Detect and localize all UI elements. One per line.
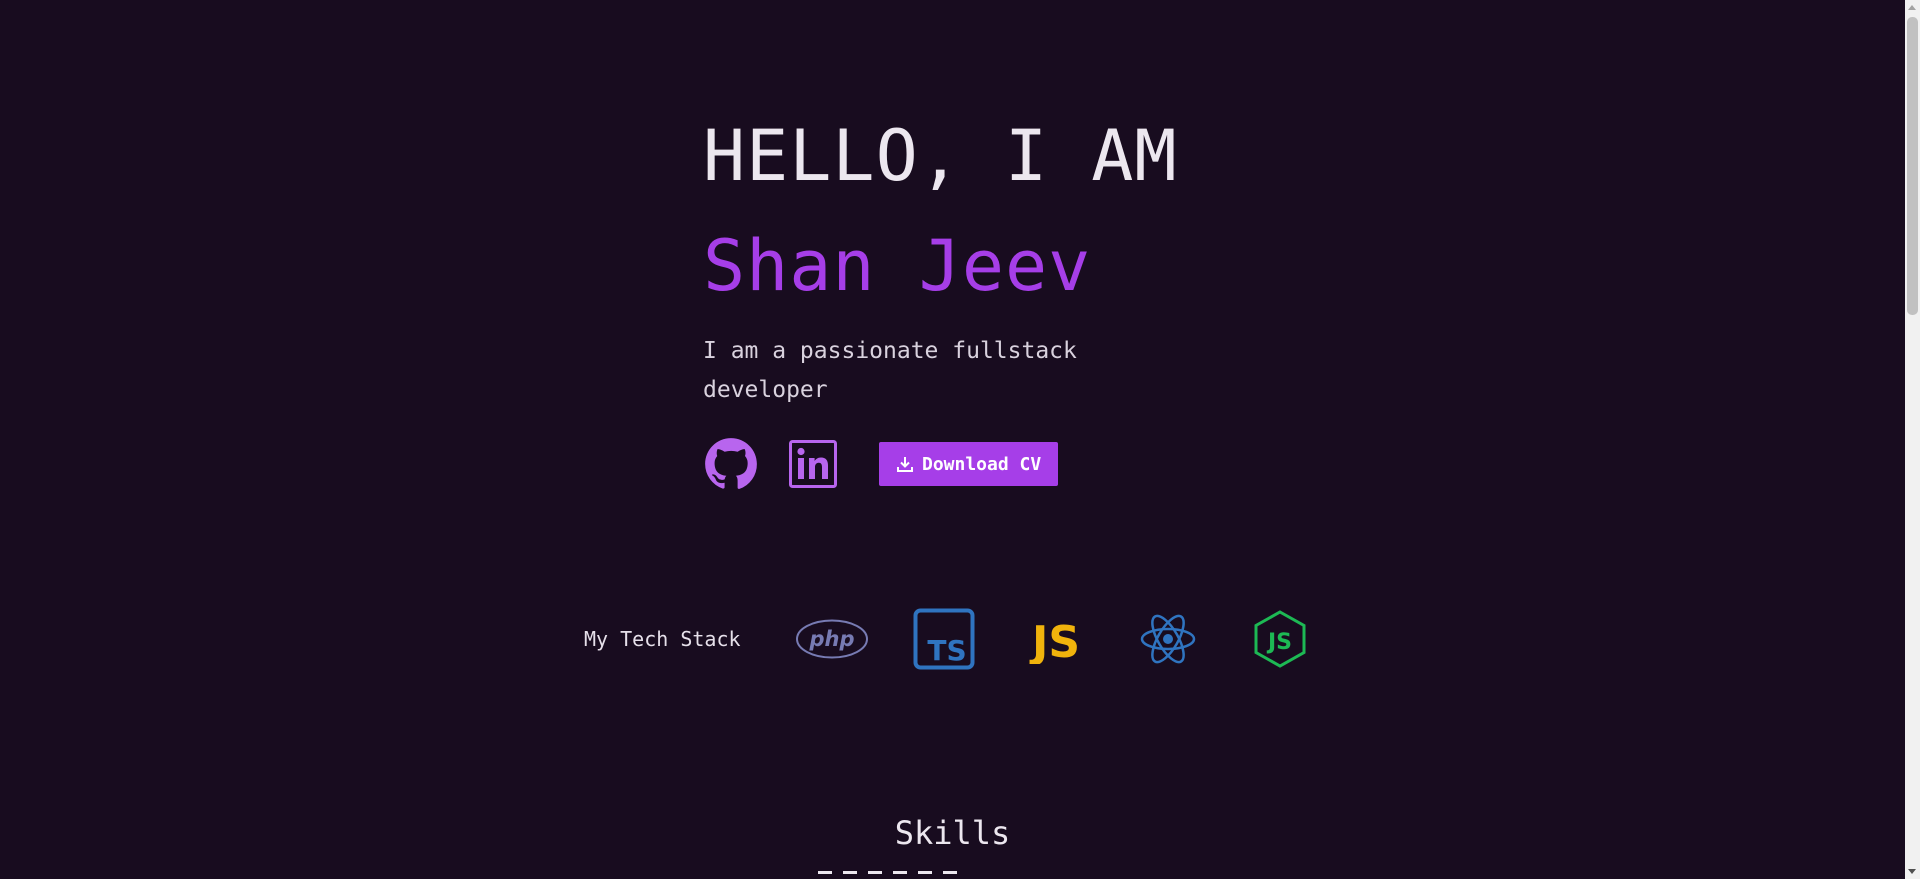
tech-javascript: JS: [1018, 606, 1094, 672]
tech-react: [1130, 606, 1206, 672]
skills-content-peek: [818, 871, 978, 879]
download-cv-button[interactable]: Download CV: [879, 442, 1059, 486]
github-link[interactable]: [703, 436, 759, 492]
scrollbar-thumb[interactable]: [1907, 17, 1918, 315]
php-icon: php: [796, 619, 868, 659]
portfolio-page: HELLO, I AM Shan Jeev I am a passionate …: [0, 0, 1905, 879]
tech-nodejs: JS: [1242, 606, 1318, 672]
tech-stack-section: My Tech Stack php TS JS JS: [584, 606, 1318, 672]
hero-name: Shan Jeev: [703, 225, 1092, 307]
nodejs-icon: JS: [1254, 610, 1306, 668]
scroll-down-arrow-icon[interactable]: [1908, 869, 1916, 874]
github-icon: [705, 438, 757, 489]
linkedin-link[interactable]: [785, 436, 841, 492]
hero-section: HELLO, I AM Shan Jeev I am a passionate …: [703, 112, 1178, 492]
typescript-icon: TS: [913, 608, 975, 670]
svg-text:JS: JS: [1266, 630, 1292, 655]
skills-title: Skills: [894, 814, 1011, 852]
react-icon: [1140, 614, 1196, 664]
hero-actions: Download CV: [703, 436, 1178, 492]
vertical-scrollbar[interactable]: [1905, 0, 1920, 879]
javascript-icon: JS: [1029, 617, 1080, 664]
hero-greeting: HELLO, I AM: [703, 115, 1178, 197]
linkedin-icon: [789, 440, 837, 488]
download-icon: [896, 455, 914, 473]
svg-text:php: php: [808, 627, 854, 651]
tech-stack-label: My Tech Stack: [584, 627, 741, 651]
svg-text:TS: TS: [927, 634, 966, 667]
tech-typescript: TS: [906, 606, 982, 672]
scroll-up-arrow-icon[interactable]: [1908, 5, 1916, 10]
download-cv-label: Download CV: [922, 453, 1042, 475]
tech-php: php: [794, 606, 870, 672]
svg-text:JS: JS: [1029, 617, 1080, 664]
hero-tagline: I am a passionate fullstack developer: [703, 338, 1077, 403]
